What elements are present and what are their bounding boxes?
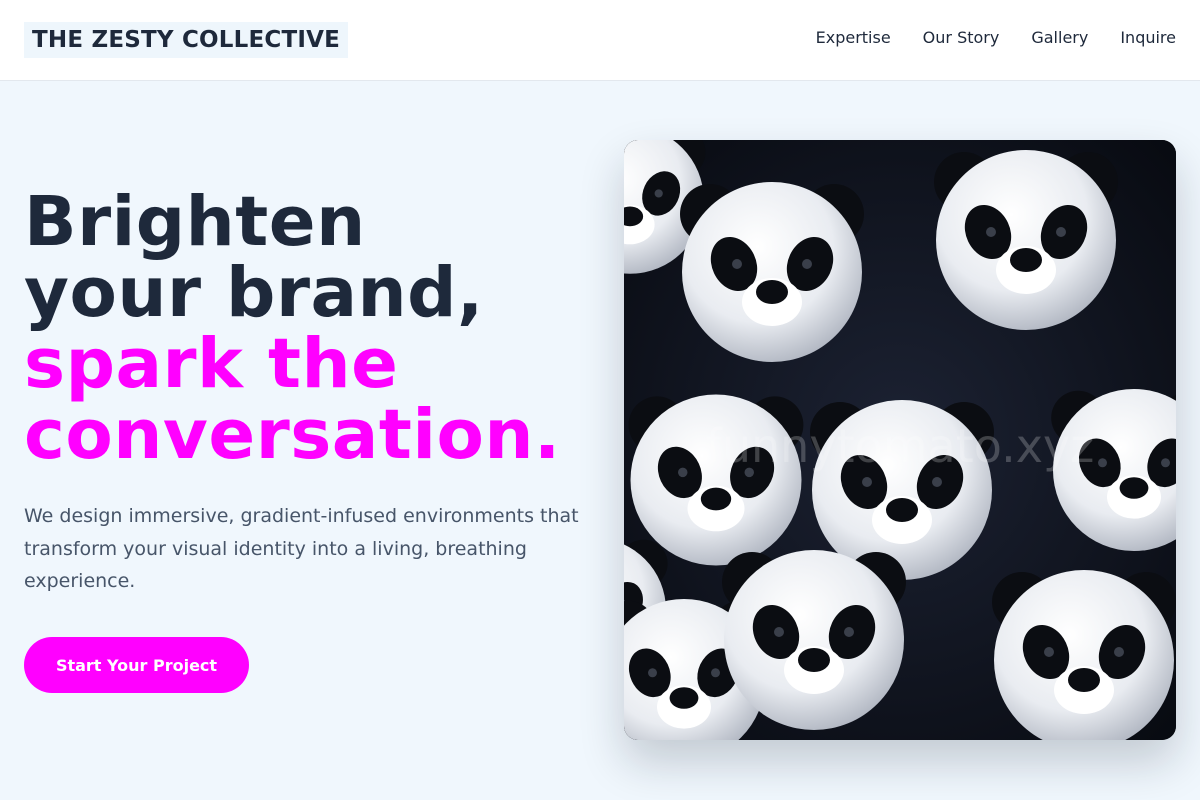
hero-title-accent-line: spark the (24, 324, 399, 404)
hero-title-accent-line: conversation. (24, 395, 561, 475)
main-nav: Expertise Our Story Gallery Inquire (816, 27, 1176, 49)
hero-title-line: Brighten (24, 182, 366, 262)
site-header: THE ZESTY COLLECTIVE Expertise Our Story… (0, 0, 1200, 81)
hero-image: funnytomato.xyz (624, 140, 1176, 740)
nav-link-expertise[interactable]: Expertise (816, 27, 891, 49)
hero-title-line: your brand, (24, 253, 484, 333)
nav-link-our-story[interactable]: Our Story (923, 27, 1000, 49)
nav-link-gallery[interactable]: Gallery (1031, 27, 1088, 49)
start-project-button[interactable]: Start Your Project (24, 637, 249, 693)
brand-logo[interactable]: THE ZESTY COLLECTIVE (24, 22, 349, 58)
nav-link-inquire[interactable]: Inquire (1120, 27, 1176, 49)
watermark-text: funnytomato.xyz (706, 419, 1095, 473)
hero-subtitle: We design immersive, gradient-infused en… (24, 505, 579, 592)
hero-title: Brighten your brand, spark the conversat… (24, 187, 561, 471)
panda-photo: funnytomato.xyz (624, 140, 1176, 740)
